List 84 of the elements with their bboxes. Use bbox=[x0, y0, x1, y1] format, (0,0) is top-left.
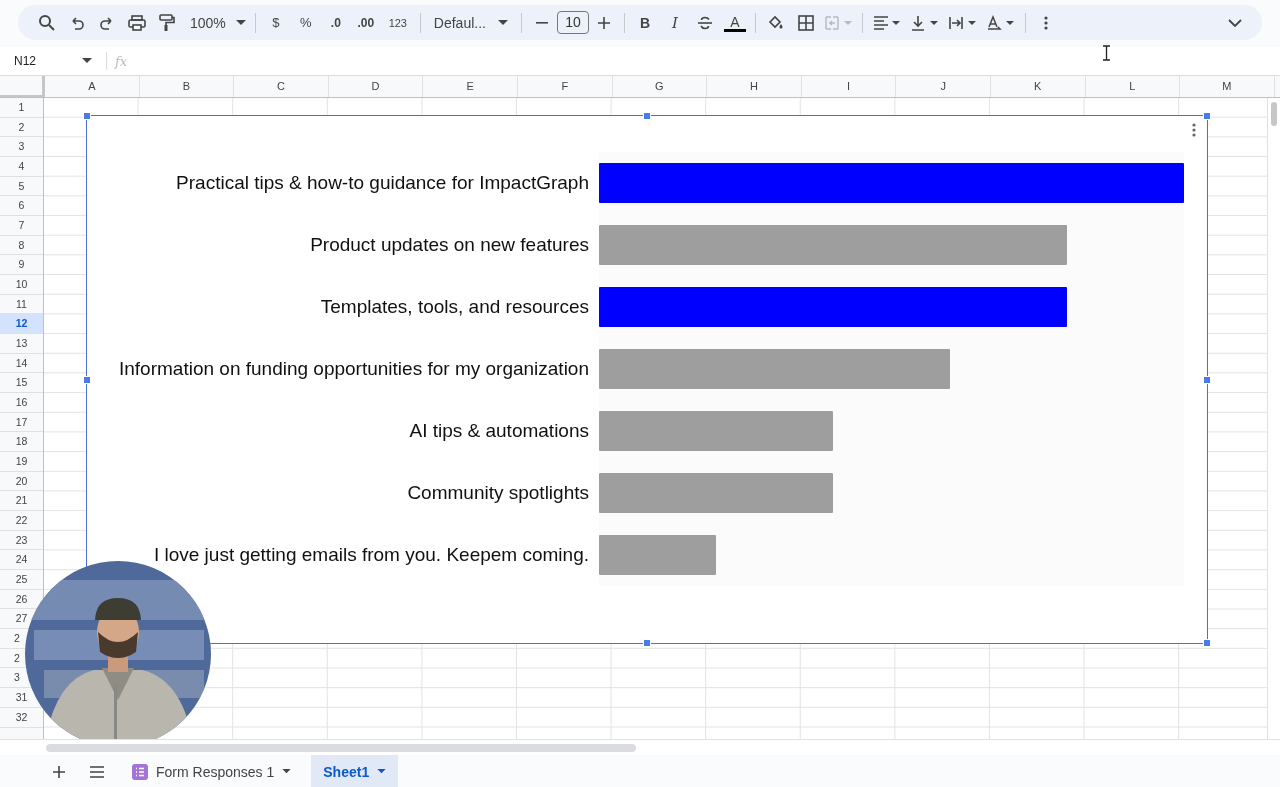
horizontal-scrollbar[interactable] bbox=[46, 743, 636, 752]
row-header[interactable]: 17 bbox=[15, 415, 28, 428]
bar-label: AI tips & automations bbox=[408, 420, 589, 442]
row-header[interactable]: 7 bbox=[18, 219, 25, 232]
column-header[interactable]: A bbox=[45, 76, 140, 97]
column-header[interactable]: M bbox=[1180, 76, 1275, 97]
number-format-button[interactable]: 123 bbox=[380, 9, 415, 36]
font-size-field[interactable]: 10 bbox=[556, 11, 589, 34]
bar-label: Community spotlights bbox=[406, 482, 589, 504]
caret-icon[interactable] bbox=[377, 769, 387, 774]
row-header[interactable]: 19 bbox=[15, 455, 28, 468]
column-header[interactable]: I bbox=[801, 76, 897, 97]
row-header[interactable]: 21 bbox=[15, 494, 28, 507]
zoom-dropdown[interactable]: 100% bbox=[186, 9, 250, 36]
row-header[interactable]: 6 bbox=[18, 199, 25, 212]
resize-handle[interactable] bbox=[1203, 112, 1211, 120]
column-header[interactable]: E bbox=[423, 76, 518, 97]
resize-handle[interactable] bbox=[83, 375, 91, 384]
form-icon bbox=[132, 763, 148, 780]
caret-icon[interactable] bbox=[282, 769, 292, 774]
font-dropdown[interactable]: Defaul... bbox=[425, 9, 516, 36]
bar-label: Practical tips & how-to guidance for ImpactGraph bbox=[175, 172, 589, 194]
row-header[interactable]: 32 bbox=[15, 710, 28, 723]
row-header[interactable]: 31 bbox=[15, 691, 28, 704]
text-cursor-icon bbox=[1103, 45, 1110, 61]
row-header[interactable]: 14 bbox=[15, 356, 28, 369]
bold-button[interactable]: B bbox=[629, 9, 660, 36]
decrease-decimal-button[interactable]: .0 bbox=[320, 9, 351, 36]
text-color-button[interactable]: A bbox=[723, 13, 746, 32]
row-header[interactable]: 3 bbox=[14, 671, 20, 684]
row-header[interactable]: 5 bbox=[18, 179, 25, 192]
row-header[interactable]: 2 bbox=[18, 120, 25, 133]
row-header[interactable]: 2 bbox=[14, 632, 20, 645]
resize-handle[interactable] bbox=[1203, 375, 1211, 384]
chart-menu-icon[interactable] bbox=[1192, 123, 1196, 137]
bar-label: Product updates on new features bbox=[309, 234, 589, 256]
row-header[interactable]: 13 bbox=[15, 337, 28, 350]
row-header[interactable]: 20 bbox=[15, 474, 28, 487]
sheet-tab[interactable]: Sheet1 bbox=[311, 755, 399, 787]
bar-label: Templates, tools, and resources bbox=[319, 296, 589, 318]
column-header[interactable]: G bbox=[612, 76, 708, 97]
column-header[interactable]: K bbox=[990, 76, 1086, 97]
row-header[interactable]: 3 bbox=[18, 140, 25, 153]
percent-format-button[interactable]: % bbox=[290, 9, 321, 36]
currency-format-button[interactable]: $ bbox=[260, 9, 291, 36]
vertical-scrollbar[interactable] bbox=[1267, 98, 1280, 739]
row-header[interactable]: 9 bbox=[18, 258, 25, 271]
row-header[interactable]: 15 bbox=[15, 376, 28, 389]
caret-icon bbox=[235, 19, 246, 26]
row-header[interactable]: 12 bbox=[15, 317, 28, 330]
row-header[interactable]: 2 bbox=[14, 651, 20, 664]
name-box[interactable]: N12 bbox=[0, 54, 98, 68]
resize-handle[interactable] bbox=[643, 112, 651, 120]
resize-handle[interactable] bbox=[643, 639, 651, 647]
resize-handle[interactable] bbox=[83, 112, 91, 120]
chart-background[interactable] bbox=[86, 115, 1208, 644]
row-header[interactable]: 23 bbox=[15, 533, 28, 546]
increase-decimal-button[interactable]: .00 bbox=[350, 9, 381, 36]
bar-label: I love just getting emails from you. Keepem coming. bbox=[152, 544, 589, 566]
column-header[interactable]: L bbox=[1085, 76, 1181, 97]
row-header[interactable]: 1 bbox=[18, 101, 25, 113]
column-header[interactable]: C bbox=[234, 76, 329, 97]
caret-icon bbox=[497, 19, 508, 26]
row-header[interactable]: 8 bbox=[18, 238, 25, 251]
row-header[interactable]: 24 bbox=[15, 553, 28, 566]
bar-label: Information on funding opportunities for my organization bbox=[118, 358, 589, 380]
row-header[interactable]: 4 bbox=[18, 160, 25, 172]
column-header[interactable]: B bbox=[139, 76, 235, 97]
column-header[interactable]: H bbox=[707, 76, 802, 97]
row-header[interactable]: 10 bbox=[15, 278, 28, 291]
row-header[interactable]: 25 bbox=[15, 573, 28, 586]
column-header[interactable]: F bbox=[517, 76, 613, 97]
row-header[interactable]: 26 bbox=[15, 592, 28, 605]
function-label: fx bbox=[115, 53, 128, 69]
row-header[interactable]: 22 bbox=[15, 514, 28, 527]
italic-button[interactable]: I bbox=[659, 9, 690, 36]
column-header[interactable]: D bbox=[328, 76, 424, 97]
row-header[interactable]: 16 bbox=[15, 396, 28, 409]
row-header[interactable]: 27 bbox=[15, 612, 28, 625]
resize-handle[interactable] bbox=[1203, 639, 1211, 647]
row-header[interactable]: 18 bbox=[15, 435, 28, 448]
row-header[interactable]: 11 bbox=[16, 297, 27, 310]
column-header[interactable]: J bbox=[896, 76, 991, 97]
sheet-tab[interactable]: Form Responses 1 bbox=[120, 755, 304, 787]
